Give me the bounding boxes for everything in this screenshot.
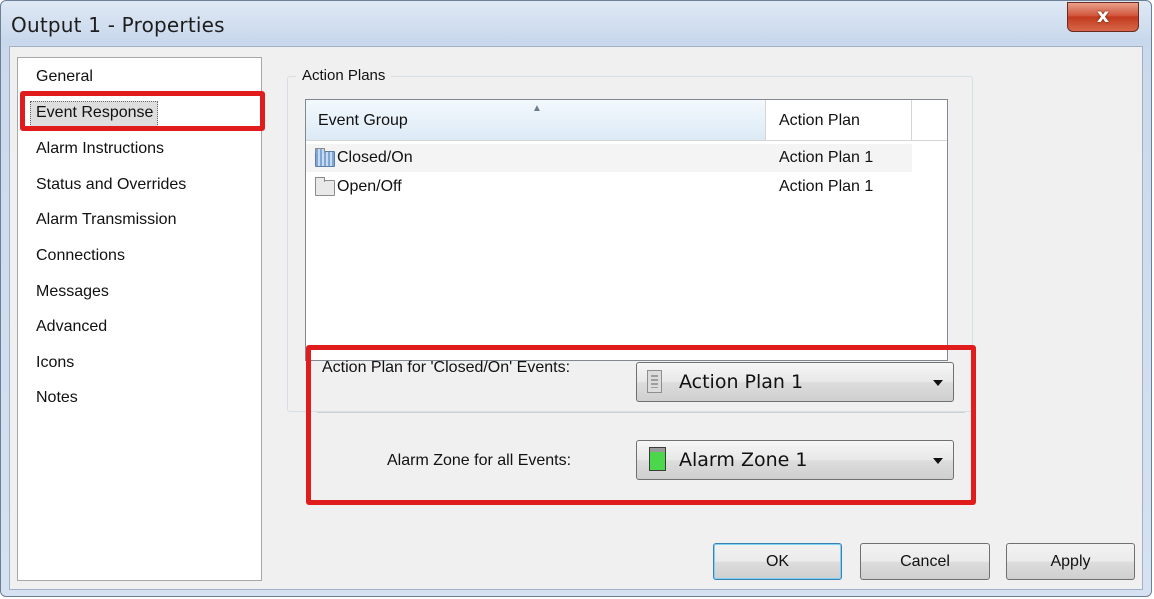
- sidebar-item-notes[interactable]: Notes: [36, 389, 78, 407]
- action-plan-cell: Action Plan 1: [779, 149, 874, 166]
- cancel-button[interactable]: Cancel: [860, 543, 990, 580]
- action-plans-group-label: Action Plans: [296, 67, 392, 84]
- sidebar-item-advanced[interactable]: Advanced: [36, 318, 107, 336]
- event-group-cell: Open/Off: [337, 178, 402, 195]
- sidebar-item-icons[interactable]: Icons: [36, 354, 74, 372]
- sidebar-item-general[interactable]: General: [36, 68, 93, 86]
- list-row-open-off[interactable]: Open/Off Action Plan 1: [306, 173, 947, 201]
- title-bar[interactable]: Output 1 - Properties x: [1, 1, 1151, 47]
- property-category-list: General Event Response Alarm Instruction…: [17, 57, 262, 581]
- sort-ascending-icon: ▲: [532, 103, 542, 114]
- sidebar-item-alarm-instructions[interactable]: Alarm Instructions: [36, 140, 164, 158]
- column-label-action-plan: Action Plan: [779, 112, 860, 129]
- annotation-highlight-event-response: [20, 91, 265, 131]
- close-icon: x: [1096, 5, 1110, 27]
- window-title: Output 1 - Properties: [11, 13, 225, 37]
- sidebar-item-messages[interactable]: Messages: [36, 283, 109, 301]
- action-plan-cell: Action Plan 1: [779, 178, 874, 195]
- folder-icon: [315, 177, 335, 196]
- list-header: Event Group ▲ Action Plan: [306, 100, 947, 141]
- column-header-action-plan[interactable]: Action Plan: [767, 100, 912, 140]
- close-button[interactable]: x: [1067, 2, 1139, 32]
- event-group-cell: Closed/On: [337, 149, 413, 166]
- sidebar-item-status-and-overrides[interactable]: Status and Overrides: [36, 176, 186, 194]
- annotation-highlight-fields: [306, 345, 976, 505]
- sidebar-item-alarm-transmission[interactable]: Alarm Transmission: [36, 211, 176, 229]
- event-group-list[interactable]: Event Group ▲ Action Plan Closed/On Acti…: [305, 99, 948, 361]
- column-label-event-group: Event Group: [318, 112, 408, 129]
- list-row-closed-on[interactable]: Closed/On Action Plan 1: [306, 144, 912, 172]
- sidebar-item-connections[interactable]: Connections: [36, 247, 125, 265]
- apply-button[interactable]: Apply: [1006, 543, 1135, 580]
- ok-button[interactable]: OK: [713, 543, 842, 580]
- folder-blue-icon: [315, 148, 335, 167]
